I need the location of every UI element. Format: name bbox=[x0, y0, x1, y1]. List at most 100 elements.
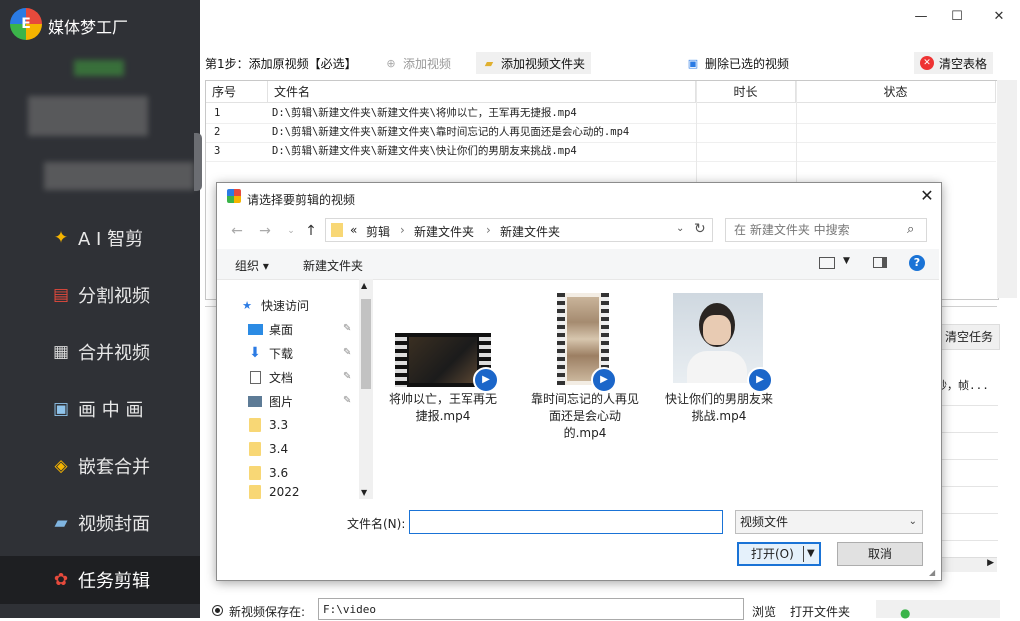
preview-pane-icon[interactable] bbox=[873, 257, 887, 268]
scroll-up-icon[interactable]: ▲ bbox=[361, 281, 367, 290]
pin-icon[interactable]: ✎ bbox=[343, 395, 351, 406]
minimize-button[interactable]: — bbox=[906, 6, 936, 28]
sidebar-item-merge-video[interactable]: ▦ 合并视频 bbox=[0, 330, 200, 374]
help-icon[interactable]: ? bbox=[909, 255, 925, 271]
task-row-line bbox=[940, 405, 998, 406]
chevron-down-icon[interactable]: ▼ bbox=[807, 544, 815, 564]
tree-item-label: 快速访问 bbox=[261, 298, 310, 313]
dialog-close-button[interactable]: ✕ bbox=[917, 186, 937, 206]
column-header-status[interactable]: 状态 bbox=[796, 81, 996, 103]
add-video-button[interactable]: ⊕ 添加视频 bbox=[384, 53, 451, 73]
filetype-selected: 视频文件 bbox=[740, 515, 789, 529]
tree-item-folder-3-3[interactable]: 3.3 bbox=[247, 415, 288, 435]
open-folder-button[interactable]: 打开文件夹 bbox=[790, 603, 850, 620]
file-item-name[interactable]: 快让你们的男朋友来挑战.mp4 bbox=[663, 391, 775, 425]
back-arrow-icon[interactable]: ← bbox=[227, 221, 247, 241]
address-segment-folder1[interactable]: 新建文件夹 bbox=[414, 223, 474, 240]
tree-item-folder-2022[interactable]: 2022 bbox=[247, 485, 300, 499]
clear-table-button[interactable]: ✕ 清空表格 bbox=[914, 52, 994, 74]
filename-input[interactable] bbox=[409, 510, 723, 534]
download-icon: ⬇ bbox=[249, 345, 261, 361]
tree-item-quick-access[interactable]: ★ 快速访问 bbox=[239, 295, 309, 315]
recent-dropdown-icon[interactable]: ⌄ bbox=[281, 221, 301, 241]
chevron-down-icon[interactable]: ⌄ bbox=[676, 223, 684, 234]
column-header-index[interactable]: 序号 bbox=[206, 81, 268, 103]
tree-item-downloads[interactable]: ⬇ 下载 bbox=[247, 343, 293, 363]
organize-menu[interactable]: 组织 ▾ bbox=[235, 257, 269, 274]
video-cover-icon: ▰ bbox=[54, 513, 68, 533]
tree-item-desktop[interactable]: 桌面 bbox=[247, 319, 293, 339]
pin-icon[interactable]: ✎ bbox=[343, 347, 351, 358]
open-button[interactable]: 打开(O) ▼ bbox=[737, 542, 821, 566]
browse-button[interactable]: 浏览 bbox=[752, 603, 776, 620]
address-segment-folder2[interactable]: 新建文件夹 bbox=[500, 223, 560, 240]
forward-arrow-icon[interactable]: → bbox=[255, 221, 275, 241]
chevron-down-icon[interactable]: ▼ bbox=[843, 256, 850, 266]
row-index: 1 bbox=[214, 107, 221, 119]
tree-item-label: 3.4 bbox=[269, 442, 289, 456]
chevron-down-icon[interactable]: ⌄ bbox=[909, 511, 917, 533]
delete-selected-label: 删除已选的视频 bbox=[705, 56, 790, 71]
view-options-icon[interactable] bbox=[819, 257, 835, 269]
chevron-right-icon[interactable]: › bbox=[400, 223, 405, 237]
filetype-select[interactable]: 视频文件 ⌄ bbox=[735, 510, 923, 534]
video-thumbnail[interactable] bbox=[673, 293, 763, 383]
sidebar-item-ai-cut[interactable]: ✦ A I 智剪 bbox=[0, 216, 200, 260]
column-header-filename[interactable]: 文件名 bbox=[268, 81, 696, 103]
resize-grip-icon[interactable]: ◢ bbox=[929, 568, 935, 577]
tree-item-documents[interactable]: 文档 bbox=[247, 367, 293, 387]
delete-list-icon: ▣ bbox=[687, 56, 699, 70]
nested-merge-icon: ◈ bbox=[54, 456, 68, 476]
file-item-name[interactable]: 将帅以亡，王军再无捷报.mp4 bbox=[387, 391, 499, 425]
pin-icon[interactable]: ✎ bbox=[343, 371, 351, 382]
add-folder-label: 添加视频文件夹 bbox=[501, 56, 586, 71]
sidebar-item-nested-merge[interactable]: ◈ 嵌套合并 bbox=[0, 444, 200, 488]
close-window-button[interactable]: ✕ bbox=[984, 6, 1014, 28]
scroll-down-icon[interactable]: ▼ bbox=[361, 488, 367, 497]
refresh-icon[interactable]: ↻ bbox=[694, 221, 706, 237]
tree-item-folder-3-4[interactable]: 3.4 bbox=[247, 439, 288, 459]
cancel-button[interactable]: 取消 bbox=[837, 542, 923, 566]
sidebar-item-split-video[interactable]: ▤ 分割视频 bbox=[0, 273, 200, 317]
search-icon[interactable]: ⌕ bbox=[907, 222, 914, 237]
table-row[interactable]: 3 D:\剪辑\新建文件夹\新建文件夹\快让你们的男朋友来挑战.mp4 bbox=[206, 142, 996, 162]
table-row[interactable]: 1 D:\剪辑\新建文件夹\新建文件夹\将帅以亡，王军再无捷报.mp4 bbox=[206, 104, 996, 124]
step1-label: 第1步：添加原视频【必选】 bbox=[205, 56, 357, 71]
sidebar-collapse-handle[interactable] bbox=[194, 133, 202, 191]
column-header-duration[interactable]: 时长 bbox=[696, 81, 796, 103]
pin-icon[interactable]: ✎ bbox=[343, 323, 351, 334]
maximize-button[interactable]: ☐ bbox=[942, 6, 972, 28]
desktop-icon bbox=[247, 322, 263, 336]
filename-label: 文件名(N): bbox=[347, 517, 406, 531]
table-scrollbar[interactable] bbox=[997, 80, 1017, 298]
tree-item-folder-3-6[interactable]: 3.6 bbox=[247, 463, 288, 483]
address-prefix[interactable]: « bbox=[350, 223, 357, 237]
sidebar-item-picture-in-picture[interactable]: ▣ 画 中 画 bbox=[0, 387, 200, 431]
up-arrow-icon[interactable]: ↑ bbox=[301, 221, 321, 241]
file-item-name[interactable]: 靠时间忘记的人再见面还是会心动的.mp4 bbox=[529, 391, 641, 442]
app-title: 媒体梦工厂 bbox=[48, 18, 129, 37]
save-path-input[interactable]: F:\video bbox=[318, 598, 744, 620]
address-bar[interactable]: « 剪辑 › 新建文件夹 › 新建文件夹 ⌄ ↻ bbox=[325, 218, 713, 242]
tree-scroll-thumb[interactable] bbox=[361, 299, 371, 389]
add-folder-button[interactable]: ▰ 添加视频文件夹 bbox=[476, 52, 592, 74]
address-segment-edit[interactable]: 剪辑 bbox=[366, 223, 390, 240]
task-horizontal-scrollbar[interactable]: ▶ bbox=[940, 557, 997, 572]
start-button[interactable]: ● bbox=[876, 600, 1000, 620]
command-bar: 组织 ▾ 新建文件夹 ▼ ? bbox=[217, 249, 939, 280]
save-location-radio[interactable] bbox=[212, 605, 223, 616]
sidebar-item-task-edit[interactable]: ✿ 任务剪辑 bbox=[0, 556, 200, 604]
folder-icon bbox=[247, 418, 263, 432]
table-row[interactable]: 2 D:\剪辑\新建文件夹\新建文件夹\靠时间忘记的人再见面还是会心动的.mp4 bbox=[206, 123, 996, 143]
clear-tasks-button[interactable]: 清空任务 bbox=[938, 324, 1000, 350]
split-divider bbox=[803, 546, 804, 562]
search-input[interactable]: 在 新建文件夹 中搜索 bbox=[725, 218, 927, 242]
sidebar-item-video-cover[interactable]: ▰ 视频封面 bbox=[0, 501, 200, 545]
scroll-right-icon[interactable]: ▶ bbox=[987, 558, 994, 568]
task-edit-icon: ✿ bbox=[53, 570, 69, 590]
tree-item-pictures[interactable]: 图片 bbox=[247, 391, 293, 411]
chevron-right-icon[interactable]: › bbox=[486, 223, 491, 237]
delete-selected-button[interactable]: ▣ 删除已选的视频 bbox=[686, 53, 789, 73]
new-folder-button[interactable]: 新建文件夹 bbox=[303, 257, 363, 274]
merge-video-icon: ▦ bbox=[52, 342, 70, 362]
